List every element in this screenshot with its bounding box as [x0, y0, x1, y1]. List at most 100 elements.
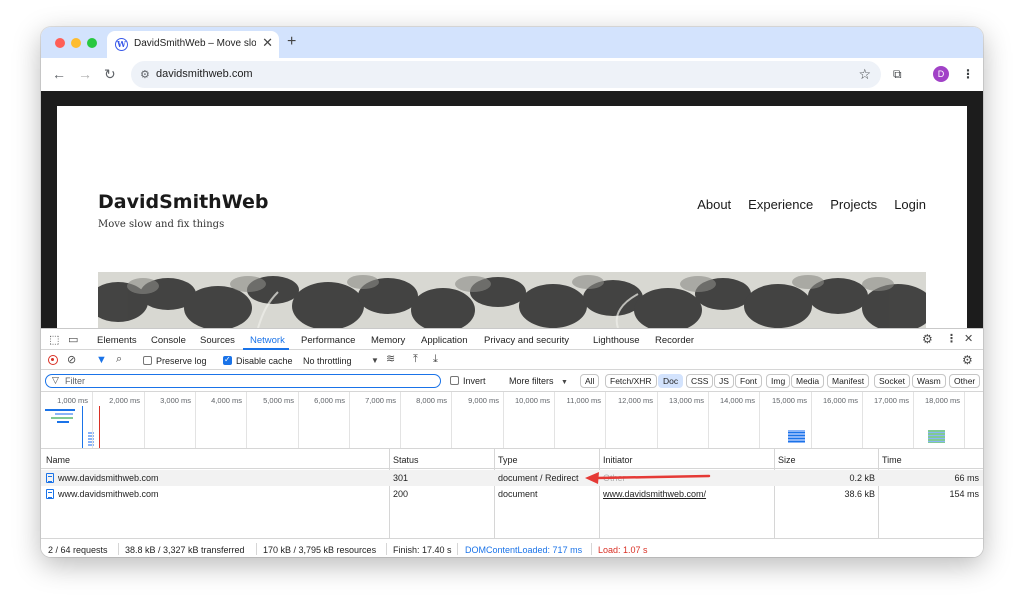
- nav-link-projects[interactable]: Projects: [830, 197, 877, 212]
- column-type[interactable]: Type: [498, 455, 518, 465]
- timeline-gridline: [708, 392, 709, 448]
- devtools-close-icon[interactable]: ✕: [964, 333, 973, 345]
- type-filter-img[interactable]: Img: [766, 374, 791, 388]
- clear-log-icon[interactable]: ⊘: [67, 354, 76, 366]
- type-filter-css[interactable]: CSS: [686, 374, 714, 388]
- column-status[interactable]: Status: [393, 455, 419, 465]
- browser-menu-icon[interactable]: ⋮: [962, 67, 974, 81]
- tab-application[interactable]: Application: [421, 335, 467, 346]
- timeline-gridline: [246, 392, 247, 448]
- row-size: 38.6 kB: [844, 489, 875, 499]
- tab-sources[interactable]: Sources: [200, 335, 235, 346]
- address-bar[interactable]: ⚙ davidsmithweb.com ☆: [131, 61, 881, 88]
- timeline-tick-label: 17,000 ms: [873, 396, 909, 405]
- nav-link-experience[interactable]: Experience: [748, 197, 813, 212]
- timeline-gridline: [862, 392, 863, 448]
- preserve-log-checkbox[interactable]: [143, 356, 152, 365]
- minimize-window-button[interactable]: [71, 38, 81, 48]
- load-marker-line: [99, 406, 100, 448]
- tab-elements[interactable]: Elements: [97, 335, 137, 346]
- column-time[interactable]: Time: [882, 455, 902, 465]
- status-divider: [457, 543, 458, 555]
- timeline-gridline: [605, 392, 606, 448]
- device-toolbar-icon[interactable]: ▭: [68, 334, 78, 346]
- type-filter-js[interactable]: JS: [714, 374, 734, 388]
- new-tab-button[interactable]: +: [287, 33, 296, 51]
- chevron-down-icon[interactable]: ▼: [371, 355, 379, 367]
- column-initiator[interactable]: Initiator: [603, 455, 633, 465]
- row-initiator-link[interactable]: www.davidsmithweb.com/: [603, 489, 706, 499]
- type-filter-socket[interactable]: Socket: [874, 374, 910, 388]
- more-filters-chevron-icon[interactable]: ▼: [561, 377, 568, 389]
- row-status: 200: [393, 489, 409, 499]
- profile-avatar[interactable]: D: [933, 66, 949, 82]
- filter-funnel-icon[interactable]: ▼: [96, 354, 107, 366]
- type-filter-other[interactable]: Other: [949, 374, 981, 388]
- waterfall-bar: [928, 430, 945, 443]
- tab-privacy-security[interactable]: Privacy and security: [484, 335, 569, 346]
- import-har-icon[interactable]: ⤒: [413, 353, 418, 365]
- back-arrow-icon[interactable]: ←: [52, 66, 66, 82]
- tab-close-icon[interactable]: ✕: [262, 36, 273, 50]
- devtools-menu-icon[interactable]: ⋮: [946, 333, 957, 345]
- devtools-tabbar: ⬚ ▭ Elements Console Sources Network Per…: [41, 329, 983, 350]
- filter-placeholder[interactable]: Filter: [65, 376, 85, 386]
- nav-link-login[interactable]: Login: [894, 197, 926, 212]
- invert-checkbox[interactable]: [450, 376, 459, 385]
- wordpress-favicon-icon: W: [115, 38, 128, 51]
- throttling-select[interactable]: No throttling: [303, 356, 352, 366]
- table-row[interactable]: www.davidsmithweb.com 200 document www.d…: [41, 486, 983, 502]
- status-load: Load: 1.07 s: [598, 545, 648, 555]
- more-filters-dropdown[interactable]: More filters: [509, 376, 554, 386]
- inspect-element-icon[interactable]: ⬚: [49, 334, 59, 346]
- tab-console[interactable]: Console: [151, 335, 186, 346]
- network-overview-timeline[interactable]: 1,000 ms 2,000 ms 3,000 ms 4,000 ms 5,000 ms…: [41, 392, 983, 449]
- bookmark-star-icon[interactable]: ☆: [858, 66, 871, 83]
- type-filter-font[interactable]: Font: [735, 374, 763, 388]
- tab-memory[interactable]: Memory: [371, 335, 405, 346]
- tab-lighthouse[interactable]: Lighthouse: [593, 335, 639, 346]
- row-name[interactable]: www.davidsmithweb.com: [58, 473, 159, 483]
- type-filter-all[interactable]: All: [580, 374, 600, 388]
- timeline-gridline: [298, 392, 299, 448]
- row-time: 154 ms: [949, 489, 979, 499]
- type-filter-fetch-xhr[interactable]: Fetch/XHR: [605, 374, 657, 388]
- row-type: document / Redirect: [498, 473, 579, 483]
- row-name[interactable]: www.davidsmithweb.com: [58, 489, 159, 499]
- type-filter-wasm[interactable]: Wasm: [912, 374, 946, 388]
- timeline-gridline: [964, 392, 965, 448]
- site-tagline: Move slow and fix things: [98, 219, 225, 230]
- record-stop-icon[interactable]: [48, 355, 58, 365]
- maximize-window-button[interactable]: [87, 38, 97, 48]
- lens-search-icon[interactable]: ⧉: [893, 67, 902, 82]
- nav-link-about[interactable]: About: [697, 197, 731, 212]
- settings-gear-icon[interactable]: ⚙: [922, 333, 933, 345]
- status-divider: [386, 543, 387, 555]
- row-status: 301: [393, 473, 409, 483]
- timeline-gridline: [144, 392, 145, 448]
- tab-network[interactable]: Network: [250, 335, 285, 346]
- type-filter-media[interactable]: Media: [791, 374, 825, 388]
- reload-icon[interactable]: ↻: [104, 66, 116, 82]
- network-conditions-icon[interactable]: ≋: [386, 353, 395, 365]
- type-filter-manifest[interactable]: Manifest: [827, 374, 870, 388]
- export-har-icon[interactable]: ⤓: [433, 353, 438, 365]
- invert-label: Invert: [463, 376, 486, 386]
- column-name[interactable]: Name: [46, 455, 70, 465]
- disable-cache-checkbox[interactable]: [223, 355, 232, 365]
- filter-input[interactable]: ▽ Filter: [45, 374, 441, 388]
- browser-tab[interactable]: W DavidSmithWeb – Move slowly and fix th…: [107, 31, 279, 58]
- table-row[interactable]: www.davidsmithweb.com 301 document / Red…: [41, 470, 983, 486]
- site-title[interactable]: DavidSmithWeb: [98, 191, 268, 213]
- search-icon[interactable]: ⌕: [116, 353, 122, 365]
- url-text[interactable]: davidsmithweb.com: [156, 68, 253, 80]
- close-window-button[interactable]: [55, 38, 65, 48]
- forward-arrow-icon[interactable]: →: [78, 66, 92, 82]
- tab-performance[interactable]: Performance: [301, 335, 355, 346]
- dcl-marker-line: [82, 406, 83, 448]
- site-info-icon[interactable]: ⚙: [140, 68, 150, 81]
- column-size[interactable]: Size: [778, 455, 796, 465]
- network-settings-icon[interactable]: ⚙: [962, 354, 973, 366]
- type-filter-doc[interactable]: Doc: [658, 374, 684, 388]
- tab-recorder[interactable]: Recorder: [655, 335, 694, 346]
